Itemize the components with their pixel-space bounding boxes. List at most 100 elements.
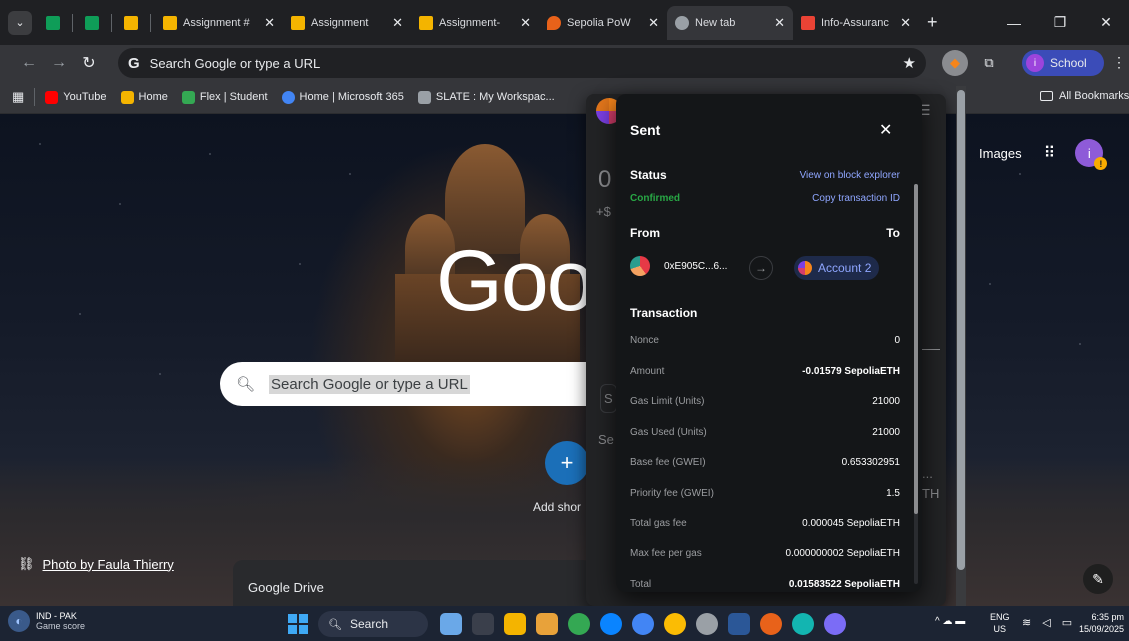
classroom-icon xyxy=(291,15,305,30)
photo-credit-link[interactable]: ⛓ Photo by Faula Thierry xyxy=(18,556,174,572)
tab-new-tab[interactable]: New tab ✕ xyxy=(667,5,793,40)
copy-transaction-id-link[interactable]: Copy transaction ID xyxy=(812,193,900,204)
modal-scrollbar[interactable] xyxy=(914,184,918,584)
from-address[interactable]: 0xE905C...6... xyxy=(630,256,727,276)
forward-arrow-icon[interactable]: → xyxy=(44,54,74,72)
tab-assignment-2[interactable]: Assignment ✕ xyxy=(283,6,411,40)
photo-credit-text: Photo by Faula Thierry xyxy=(42,556,174,572)
fiat-fragment: +$ xyxy=(596,204,611,219)
view-on-block-explorer-link[interactable]: View on block explorer xyxy=(800,170,900,181)
close-tab-icon[interactable]: ✕ xyxy=(648,15,659,31)
close-window-icon[interactable]: ✕ xyxy=(1083,14,1129,31)
close-tab-icon[interactable]: ✕ xyxy=(520,15,531,31)
taskbar-clock[interactable]: 6:35 pm 15/09/2025 xyxy=(1076,611,1124,635)
eth-fragment: TH xyxy=(922,486,940,501)
google-apps-icon[interactable]: ⠿ xyxy=(1044,143,1056,163)
wifi-volume-battery-icons[interactable]: ≋ ◁ ▭ xyxy=(1022,616,1076,629)
tab-separator xyxy=(72,13,73,32)
edge-icon[interactable] xyxy=(600,613,622,635)
windows-start-icon[interactable] xyxy=(288,614,308,634)
chrome-profile-icon[interactable] xyxy=(632,613,654,635)
chrome-profile-4-icon[interactable] xyxy=(760,613,782,635)
file-explorer-icon[interactable] xyxy=(536,613,558,635)
new-tab-plus-icon[interactable]: + xyxy=(927,12,938,33)
sheets-icon xyxy=(46,15,60,30)
images-link[interactable]: Images xyxy=(979,146,1022,161)
tray-overflow-icon[interactable]: ^ ☁ ▬ xyxy=(935,616,965,627)
extensions-puzzle-icon[interactable]: ⧉ xyxy=(976,50,1002,76)
ntp-search-box[interactable]: 🔍︎ Search Google or type a URL xyxy=(220,362,590,406)
close-tab-icon[interactable]: ✕ xyxy=(264,15,275,31)
field-row-nonce: Nonce 0 xyxy=(630,335,900,346)
search-icon: 🔍︎ xyxy=(236,376,256,393)
classroom-icon xyxy=(124,15,138,30)
metamask-extension-icon[interactable]: ◆ xyxy=(942,50,968,76)
tab-assignment-3[interactable]: Assignment- ✕ xyxy=(411,6,539,40)
field-label: Total gas fee xyxy=(630,518,687,529)
browser-menu-icon[interactable]: ⋮ xyxy=(1112,54,1126,71)
chrome-icon[interactable] xyxy=(568,613,590,635)
address-bar[interactable]: G Search Google or type a URL ★ xyxy=(118,48,926,78)
tab-separator xyxy=(150,13,151,32)
field-value: 0 xyxy=(894,335,900,346)
pinned-tab-sheets-1[interactable] xyxy=(42,12,64,34)
field-row-amount: Amount -0.01579 SepoliaETH xyxy=(630,366,900,377)
taskbar-search[interactable]: 🔍︎ Search xyxy=(318,611,428,637)
flex-check-icon xyxy=(181,90,195,104)
vpn-icon[interactable] xyxy=(824,613,846,635)
account-avatar[interactable]: i! xyxy=(1075,139,1108,170)
account-fox-icon xyxy=(798,261,812,275)
address-bar-text[interactable]: Search Google or type a URL xyxy=(150,56,321,71)
bookmark-youtube[interactable]: YouTube xyxy=(45,90,107,104)
bookmark-star-icon[interactable]: ★ xyxy=(903,54,916,72)
chrome-profile-2-icon[interactable] xyxy=(664,613,686,635)
close-tab-icon[interactable]: ✕ xyxy=(774,15,785,31)
profile-avatar: i xyxy=(1026,54,1044,72)
field-row-base-fee: Base fee (GWEI) 0.653302951 xyxy=(630,457,900,468)
modal-scrollbar-thumb[interactable] xyxy=(914,184,918,514)
tab-assignment-1[interactable]: Assignment # ✕ xyxy=(155,6,283,40)
status-label: Status xyxy=(630,168,667,182)
apps-grid-icon[interactable]: ▦ xyxy=(12,89,24,105)
bookmark-flex-student[interactable]: Flex | Student xyxy=(181,90,268,104)
scrollbar-thumb[interactable] xyxy=(957,90,965,570)
terminal-icon[interactable] xyxy=(472,613,494,635)
popup-scrollbar[interactable] xyxy=(956,86,966,606)
close-tab-icon[interactable]: ✕ xyxy=(392,15,403,31)
weather-widget[interactable]: ◐ IND - PAK Game score xyxy=(8,610,85,632)
copilot-app-icon[interactable] xyxy=(792,613,814,635)
boat-app-icon[interactable] xyxy=(440,613,462,635)
minimize-icon[interactable]: — xyxy=(991,15,1037,31)
pinned-tab-classroom[interactable] xyxy=(120,12,142,34)
status-confirmed-badge: Confirmed xyxy=(630,193,680,204)
tab-info-assurance[interactable]: Info-Assuranc ✕ xyxy=(793,6,919,40)
profile-button[interactable]: i School xyxy=(1022,50,1104,76)
all-bookmarks-button[interactable]: All Bookmarks xyxy=(1040,90,1129,102)
tab-search-button[interactable]: ⌄ xyxy=(8,10,32,35)
bookmark-slate[interactable]: SLATE : My Workspac... xyxy=(417,90,555,104)
folder-icon xyxy=(1040,91,1053,101)
customize-pencil-icon[interactable]: ✎ xyxy=(1083,564,1113,594)
close-icon[interactable]: ✕ xyxy=(879,120,892,140)
language-indicator[interactable]: ENG US xyxy=(990,611,1010,635)
clock-date: 15/09/2025 xyxy=(1078,624,1124,634)
chrome-profile-3-icon[interactable] xyxy=(696,613,718,635)
copilot-icon[interactable] xyxy=(504,613,526,635)
bookmark-home[interactable]: Home xyxy=(120,90,168,104)
field-row-total-gas-fee: Total gas fee 0.000045 SepoliaETH xyxy=(630,518,900,529)
reload-icon[interactable]: ↻ xyxy=(74,53,104,73)
word-icon[interactable] xyxy=(728,613,750,635)
restore-icon[interactable]: ❐ xyxy=(1037,14,1083,31)
back-arrow-icon[interactable]: ← xyxy=(14,54,44,72)
add-shortcut-button[interactable]: + xyxy=(545,441,589,485)
bookmark-microsoft-365[interactable]: Home | Microsoft 365 xyxy=(281,90,404,104)
to-account-name: Account 2 xyxy=(818,261,872,275)
modal-title: Sent xyxy=(630,122,661,138)
gmail-icon xyxy=(801,15,815,30)
close-tab-icon[interactable]: ✕ xyxy=(900,15,911,31)
google-drive-card[interactable]: Google Drive xyxy=(233,560,593,606)
to-account-chip[interactable]: Account 2 xyxy=(794,256,880,280)
pinned-tab-sheets-2[interactable] xyxy=(81,12,103,34)
field-label: Nonce xyxy=(630,335,659,346)
tab-sepolia-pow[interactable]: Sepolia PoW ✕ xyxy=(539,6,667,40)
